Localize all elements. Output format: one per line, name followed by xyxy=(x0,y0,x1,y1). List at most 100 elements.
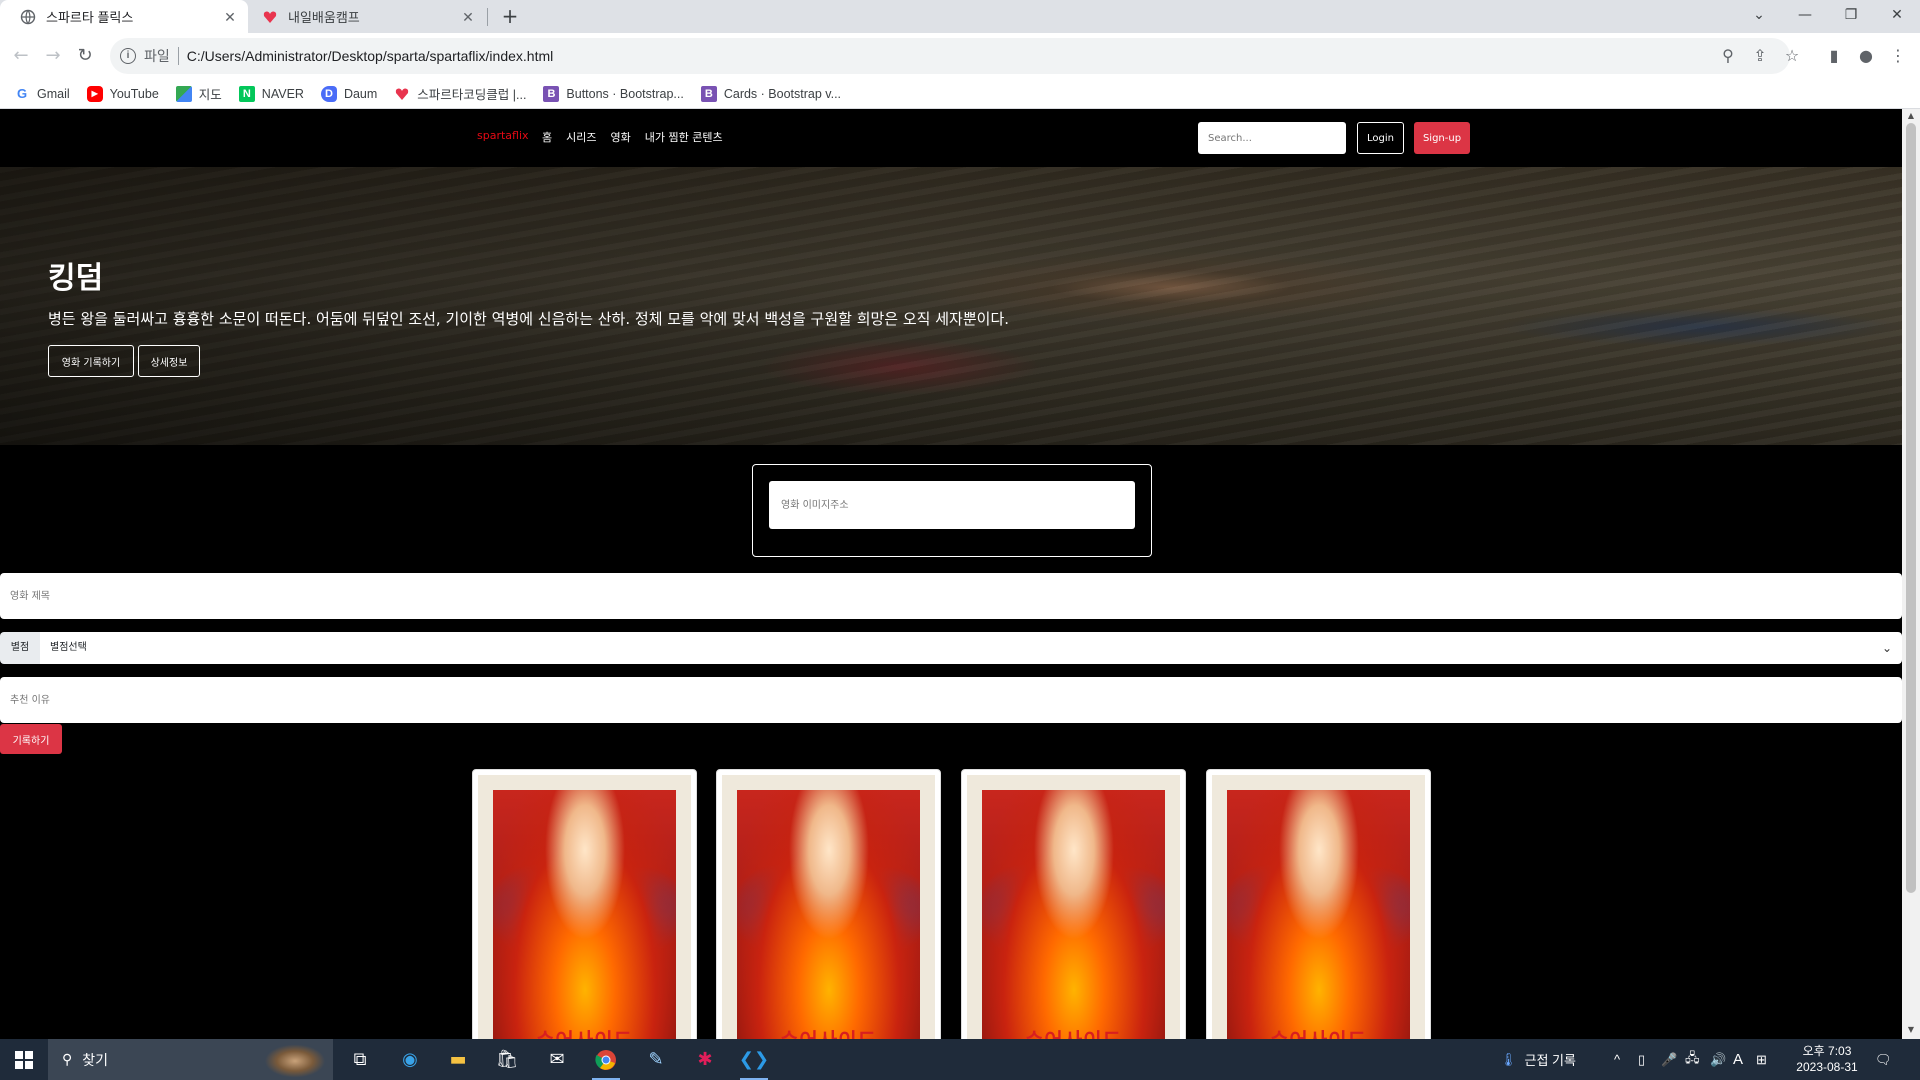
globe-icon xyxy=(20,9,36,25)
movie-card[interactable]: 수어사이드 xyxy=(472,769,697,1039)
profile-icon[interactable]: ● xyxy=(1856,46,1876,66)
bookmark-star-icon[interactable]: ☆ xyxy=(1782,46,1802,66)
forward-icon[interactable]: → xyxy=(40,43,66,69)
vscode-icon[interactable]: ❮❯ xyxy=(730,1039,778,1080)
bookmark-sparta[interactable]: 스파르타코딩클럽 |... xyxy=(394,84,526,103)
task-view-icon[interactable]: ⧉ xyxy=(336,1039,384,1080)
close-window-icon[interactable]: ✕ xyxy=(1874,0,1920,33)
volume-icon[interactable]: 🔊 xyxy=(1710,1039,1726,1080)
address-bar[interactable]: i 파일 C:/Users/Administrator/Desktop/spar… xyxy=(110,38,1790,74)
bookmark-bootstrap-buttons[interactable]: B Buttons · Bootstrap... xyxy=(543,85,684,102)
poster-art xyxy=(493,790,676,1039)
restore-icon[interactable]: ❐ xyxy=(1828,0,1874,33)
page-scrollbar[interactable]: ▲ ▼ xyxy=(1902,109,1920,1039)
chrome-icon[interactable] xyxy=(582,1039,630,1080)
signup-button[interactable]: Sign-up xyxy=(1414,122,1470,154)
bookmark-label: 지도 xyxy=(198,88,222,102)
mail-icon[interactable]: ✉ xyxy=(533,1039,581,1080)
poster-title: 수어사이드 xyxy=(722,1024,935,1039)
nav-home[interactable]: 홈 xyxy=(542,129,552,145)
bookmark-maps[interactable]: 지도 xyxy=(175,84,222,103)
network-icon[interactable]: 🖧 xyxy=(1685,1039,1700,1080)
login-button[interactable]: Login xyxy=(1357,122,1404,154)
bookmark-youtube[interactable]: ▶ YouTube xyxy=(86,85,159,102)
nav-series[interactable]: 시리즈 xyxy=(566,129,596,145)
edge-icon[interactable]: ◉ xyxy=(386,1039,434,1080)
zoom-icon[interactable]: ⚲ xyxy=(1718,46,1738,66)
poster-title: 수어사이드 xyxy=(967,1024,1180,1039)
bookmark-gmail[interactable]: G Gmail xyxy=(14,86,70,102)
bootstrap-icon: B xyxy=(543,85,560,102)
tab-naeil-camp[interactable]: 내일배움캠프 ✕ xyxy=(250,0,486,33)
record-movie-button[interactable]: 영화 기록하기 xyxy=(48,345,134,377)
nav-movies[interactable]: 영화 xyxy=(611,129,631,145)
taskbar-search[interactable]: ⚲ 찾기 xyxy=(48,1039,333,1080)
bookmark-label: Gmail xyxy=(37,86,70,101)
search-icon: ⚲ xyxy=(62,1051,73,1067)
movie-poster: 수어사이드 xyxy=(722,775,935,1039)
movie-title-input[interactable] xyxy=(0,573,1902,619)
scrollbar-thumb[interactable] xyxy=(1906,123,1916,893)
tab-spartaflix[interactable]: 스파르타 플릭스 ✕ xyxy=(0,0,248,33)
search-highlight-image xyxy=(255,1039,333,1080)
notification-icon[interactable]: 🗨 xyxy=(1875,1039,1892,1080)
battery-icon: ▯ xyxy=(1638,1051,1646,1067)
image-url-input[interactable] xyxy=(769,481,1135,529)
image-url-card xyxy=(752,464,1152,557)
hero-description: 병든 왕을 둘러싸고 흉흉한 소문이 떠돈다. 어둠에 뒤덮인 조선, 기이한 … xyxy=(48,310,1010,328)
scheme-label: 파일 xyxy=(144,48,170,64)
nav-my-list[interactable]: 내가 찜한 콘텐츠 xyxy=(645,129,723,145)
movie-poster: 수어사이드 xyxy=(478,775,691,1039)
bookmark-label: YouTube xyxy=(109,86,159,101)
menu-icon[interactable]: ⋮ xyxy=(1888,46,1908,66)
star-label: 별점 xyxy=(0,632,40,664)
youtube-icon: ▶ xyxy=(86,85,103,102)
submit-record-button[interactable]: 기록하기 xyxy=(0,724,62,754)
detail-button[interactable]: 상세정보 xyxy=(138,345,200,377)
movie-card[interactable]: 수어사이드 xyxy=(1206,769,1431,1039)
ime-indicator[interactable]: A xyxy=(1733,1039,1743,1080)
info-icon[interactable]: i xyxy=(120,48,136,64)
tab-title: 내일배움캠프 xyxy=(288,10,360,25)
new-tab-icon[interactable]: + xyxy=(498,4,522,28)
file-explorer-icon[interactable]: ▬ xyxy=(434,1039,482,1080)
scroll-down-icon[interactable]: ▼ xyxy=(1906,1025,1916,1034)
notepad-icon[interactable]: ✎ xyxy=(632,1039,680,1080)
bookmark-label: NAVER xyxy=(261,86,304,101)
bookmark-label: Daum xyxy=(343,86,378,101)
slack-icon[interactable]: ✱ xyxy=(681,1039,729,1080)
scroll-up-icon[interactable]: ▲ xyxy=(1906,111,1916,120)
search-input[interactable] xyxy=(1198,122,1346,154)
star-select[interactable]: 별점선택 ⌄ xyxy=(40,632,1902,664)
minimize-icon[interactable]: — xyxy=(1782,0,1828,33)
movie-poster: 수어사이드 xyxy=(967,775,1180,1039)
movie-card[interactable]: 수어사이드 xyxy=(961,769,1186,1039)
bookmark-daum[interactable]: D Daum xyxy=(320,85,378,102)
thermometer-icon: 🌡 xyxy=(1500,1051,1517,1067)
hero-overlay xyxy=(0,167,1902,445)
reload-icon[interactable]: ↻ xyxy=(72,43,98,69)
close-tab-icon[interactable]: ✕ xyxy=(460,9,476,25)
share-icon[interactable]: ⇪ xyxy=(1750,46,1770,66)
brand-logo[interactable]: spartaflix xyxy=(477,129,529,142)
windows-start-icon[interactable] xyxy=(0,1039,48,1080)
reason-input[interactable] xyxy=(0,677,1902,723)
poster-art xyxy=(1227,790,1410,1039)
bookmark-naver[interactable]: N NAVER xyxy=(238,85,304,102)
store-icon[interactable]: 🛍 xyxy=(483,1039,531,1080)
url-text: C:/Users/Administrator/Desktop/sparta/sp… xyxy=(186,48,554,64)
bookmark-bootstrap-cards[interactable]: B Cards · Bootstrap v... xyxy=(700,85,841,102)
back-icon[interactable]: ← xyxy=(8,43,34,69)
gmail-icon: G xyxy=(16,86,28,101)
tray-overflow-icon[interactable]: ^ xyxy=(1614,1039,1620,1080)
taskbar-clock[interactable]: 오후 7:03 2023-08-31 xyxy=(1782,1043,1872,1075)
sparta-icon xyxy=(394,86,410,102)
close-tab-icon[interactable]: ✕ xyxy=(222,9,238,25)
tray-weather[interactable]: 🌡 근접 기록 xyxy=(1500,1039,1576,1080)
tab-search-icon[interactable]: ⌄ xyxy=(1736,0,1782,33)
korean-ime-icon[interactable]: ⊞ xyxy=(1756,1039,1767,1080)
star-rating-group: 별점 별점선택 ⌄ xyxy=(0,632,1902,664)
microphone-icon: 🎤 xyxy=(1661,1051,1678,1067)
movie-card[interactable]: 수어사이드 xyxy=(716,769,941,1039)
side-panel-icon[interactable]: ▮ xyxy=(1824,46,1844,66)
